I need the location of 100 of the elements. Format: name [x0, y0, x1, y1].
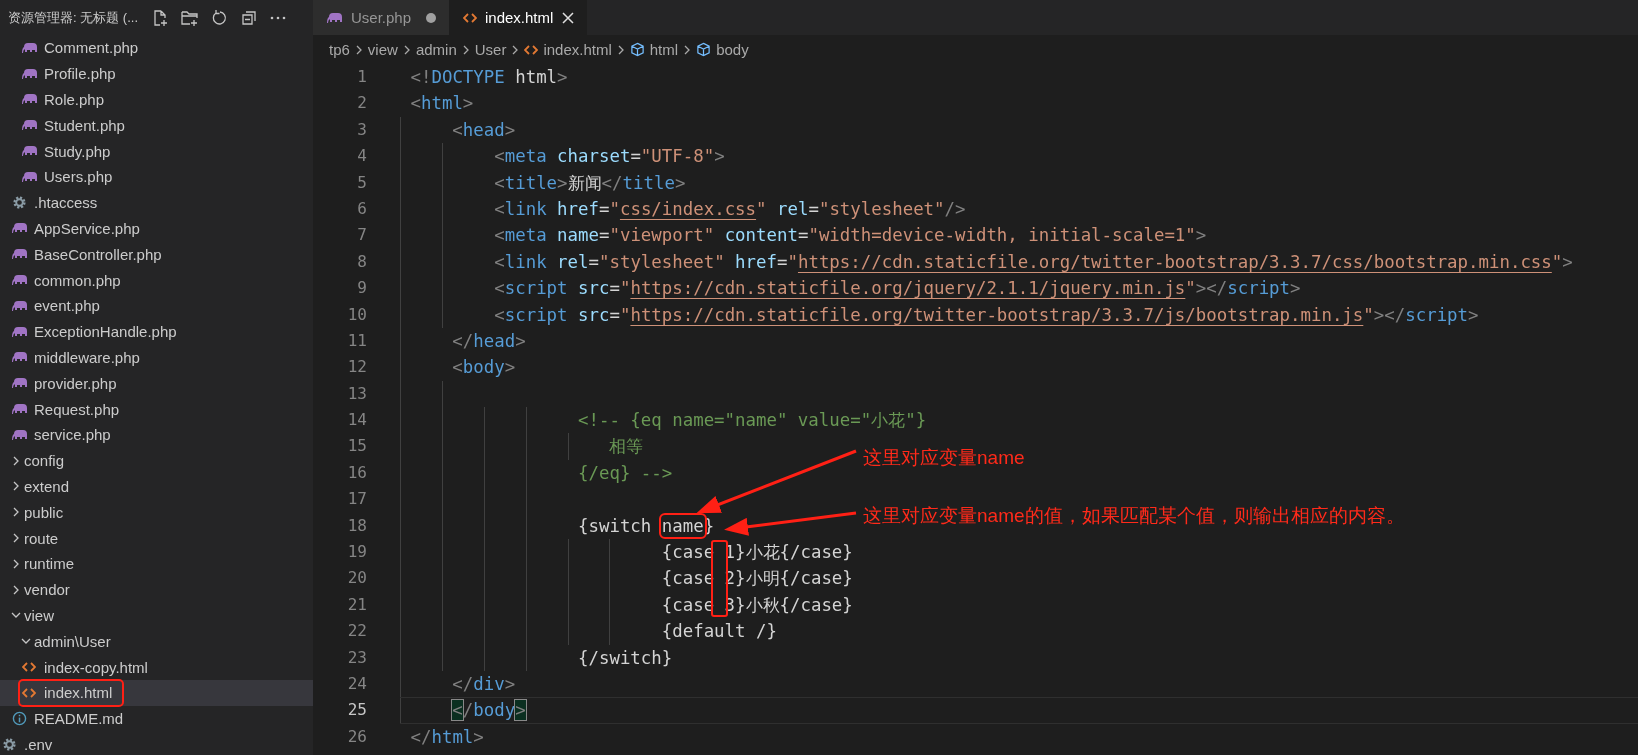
annotation-text: 这里对应变量name的值，如果匹配某个值，则输出相应的内容。: [863, 504, 1405, 528]
code-line: <title>新闻</title>: [494, 172, 686, 193]
file-item[interactable]: Profile.php: [0, 60, 313, 87]
cube-icon: [696, 42, 712, 57]
folder-item[interactable]: runtime: [0, 550, 313, 577]
code-line: </html>: [410, 726, 484, 747]
file-item[interactable]: index.html: [0, 679, 313, 706]
line-number: 15: [346, 435, 368, 458]
elephant-icon: [12, 351, 28, 364]
code-line: </div>: [452, 674, 516, 694]
elephant-icon: [12, 428, 28, 441]
breadcrumb-item[interactable]: admin: [415, 41, 457, 58]
line-number: 24: [346, 673, 368, 695]
line-number: 14: [346, 409, 368, 432]
folder-item[interactable]: config: [0, 447, 313, 474]
code-line: </body>: [452, 700, 526, 721]
editor-tab[interactable]: index.html: [449, 0, 588, 35]
file-item[interactable]: provider.php: [0, 370, 313, 397]
line-number: 19: [346, 541, 368, 564]
code-line: <!-- {eq name="name" value="小花"}: [578, 410, 927, 431]
file-item[interactable]: BaseController.php: [0, 241, 313, 268]
code-brackets-icon: [524, 43, 539, 56]
code-line: </head>: [452, 330, 526, 351]
line-number: 5: [356, 171, 368, 194]
line-number: 6: [356, 197, 368, 220]
code-line: {/switch}: [578, 647, 673, 668]
info-icon: [12, 711, 27, 727]
file-item[interactable]: Request.php: [0, 396, 313, 422]
unsaved-dot-icon: [425, 11, 437, 24]
file-item[interactable]: ExceptionHandle.php: [0, 318, 313, 345]
code-line: <html>: [410, 93, 474, 114]
code-line: <head>: [452, 119, 516, 140]
file-item[interactable]: service.php: [0, 421, 313, 448]
file-item[interactable]: AppService.php: [0, 215, 313, 242]
breadcrumb-item[interactable]: index.html: [524, 41, 612, 58]
code-line: {/eq} -->: [578, 462, 673, 483]
refresh-icon[interactable]: [211, 8, 229, 27]
elephant-icon: [22, 119, 38, 132]
file-item[interactable]: event.php: [0, 292, 313, 319]
line-number: 2: [356, 92, 368, 115]
annotation-text: 这里对应变量name: [863, 446, 1025, 470]
file-item[interactable]: README.md: [0, 705, 313, 732]
file-item[interactable]: Role.php: [0, 86, 313, 113]
elephant-icon: [12, 299, 28, 312]
folder-item[interactable]: vendor: [0, 576, 313, 603]
line-number: 8: [356, 250, 368, 273]
line-number: 1: [356, 66, 368, 88]
new-file-icon[interactable]: [151, 8, 169, 27]
breadcrumb-item[interactable]: view: [367, 41, 398, 58]
line-number: 18: [346, 514, 368, 537]
code-line: {default /}: [661, 621, 777, 642]
file-item[interactable]: Student.php: [0, 112, 313, 139]
elephant-icon: [12, 274, 28, 287]
code-brackets-icon: [463, 11, 477, 24]
code-line: <!DOCTYPE html>: [410, 67, 568, 87]
file-item[interactable]: .env: [0, 731, 313, 755]
folder-item[interactable]: admin\User: [0, 628, 313, 655]
elephant-icon: [12, 248, 28, 261]
line-number: 16: [346, 461, 368, 484]
gear-icon: [12, 195, 27, 211]
elephant-icon: [22, 170, 38, 183]
breadcrumb-item[interactable]: html: [629, 41, 679, 58]
line-number: 20: [346, 567, 368, 590]
file-item[interactable]: middleware.php: [0, 344, 313, 371]
folder-item[interactable]: extend: [0, 473, 313, 500]
code-line: 相等: [609, 436, 644, 457]
elephant-icon: [12, 403, 28, 416]
file-item[interactable]: Comment.php: [0, 35, 313, 61]
gear-icon: [2, 736, 17, 752]
file-item[interactable]: Users.php: [0, 164, 313, 190]
file-item[interactable]: common.php: [0, 267, 313, 293]
elephant-icon: [22, 145, 38, 158]
elephant-icon: [22, 41, 38, 54]
file-item[interactable]: index-copy.html: [0, 654, 313, 680]
folder-item[interactable]: route: [0, 525, 313, 551]
code-line: <meta name="viewport" content="width=device-width, initial-scale=1">: [494, 225, 1207, 246]
line-number: 3: [356, 118, 368, 141]
code-brackets-icon: [22, 686, 36, 699]
code-line: <body>: [452, 357, 516, 378]
close-icon[interactable]: [561, 10, 576, 25]
line-number: 13: [346, 382, 368, 405]
code-line: <link rel="stylesheet" href="https://cdn.staticfile.org/twitter-bootstrap/3.3.7/css/bootstrap.min.css">: [494, 251, 1573, 272]
editor-tab[interactable]: User.php: [313, 0, 449, 35]
breadcrumb-item[interactable]: User: [474, 41, 507, 58]
line-number: 9: [356, 277, 368, 300]
breadcrumb-item[interactable]: tp6: [329, 41, 350, 58]
line-number: 21: [346, 593, 368, 616]
line-number: 26: [346, 725, 368, 748]
breadcrumb-item[interactable]: body: [696, 41, 749, 58]
line-number: 23: [346, 646, 368, 669]
collapse-icon[interactable]: [240, 8, 258, 27]
new-folder-icon[interactable]: [180, 8, 200, 27]
folder-item[interactable]: view: [0, 602, 313, 629]
file-item[interactable]: Study.php: [0, 138, 313, 164]
cube-icon: [629, 42, 645, 57]
folder-item[interactable]: public: [0, 499, 313, 526]
code-line: <meta charset="UTF-8">: [494, 146, 725, 167]
line-number: 11: [346, 329, 368, 352]
file-item[interactable]: .htaccess: [0, 189, 313, 216]
elephant-icon: [12, 222, 28, 235]
